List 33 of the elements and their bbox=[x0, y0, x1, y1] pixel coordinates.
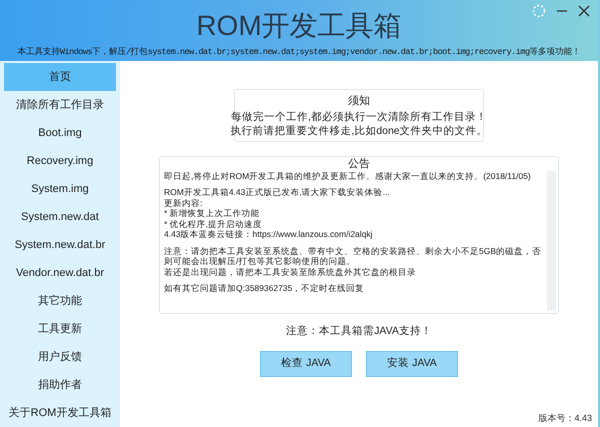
java-note: 注意：本工具箱需JAVA支持！ bbox=[286, 324, 432, 338]
announcement-text: 注意：请勿把本工具安装至系统盘、带有中文、空格的安装路径、剩余大小不足5GB的磁盘，否则可能会出现解压/打包等其它影响使用的问题。 bbox=[164, 246, 542, 266]
notice-title: 须知 bbox=[348, 94, 370, 109]
sidebar-item[interactable]: 首页 bbox=[4, 63, 116, 91]
announcement-text: 更新内容: bbox=[164, 198, 204, 208]
announcement-text: ROM开发工具箱4.43正式版已发布,请大家下载安装体验... bbox=[164, 187, 391, 198]
sidebar-item[interactable]: Recovery.img bbox=[4, 147, 116, 175]
sidebar-item[interactable]: Boot.img bbox=[4, 119, 116, 147]
announcement-text: 即日起,将停止对ROM开发工具箱的维护及更新工作。感谢大家一直以来的支持。(2018/11/05) bbox=[164, 170, 532, 181]
announcement-text: 若还是出现问题，请把本工具安装至除系统盘外其它盘的根目录 bbox=[164, 266, 417, 277]
sidebar-item[interactable]: 其它功能 bbox=[4, 287, 116, 315]
notice-text: 执行前请把重要文件移走,比如done文件夹中的文件。 bbox=[230, 124, 488, 138]
announcement-title: 公告 bbox=[347, 156, 371, 170]
sidebar-item[interactable]: 关于ROM开发工具箱 bbox=[4, 399, 116, 427]
java-button[interactable]: 检查 JAVA bbox=[260, 351, 352, 378]
window-title: ROM开发工具箱 bbox=[196, 10, 402, 42]
notice-text: 每做完一个工作,都必须执行一次清除所有工作目录！ bbox=[231, 110, 487, 124]
sidebar-item[interactable]: 清除所有工作目录 bbox=[4, 91, 116, 119]
announcement-text: * 新增恢复上次工作功能 bbox=[164, 208, 261, 218]
announcement-text: 如有其它问题请加Q:3589362735，不定时在线回复 bbox=[164, 283, 366, 294]
subtitle: 本工具支持Windows下，解压/打包system.new.dat.br;system.new.dat;system.img;vendor.new.dat.br;boot.img;recovery.img等多项功能！ bbox=[17, 46, 581, 58]
sidebar-item[interactable]: 工具更新 bbox=[4, 315, 116, 343]
close-icon[interactable] bbox=[578, 5, 590, 17]
sidebar-item[interactable]: 用户反馈 bbox=[4, 343, 116, 371]
announcement-text: 4.43版本蓝奏云链接：https://www.lanzous.com/i2alqkj bbox=[164, 229, 374, 240]
sidebar-item[interactable]: System.new.dat bbox=[4, 203, 116, 231]
version-label: 版本号：4.43 bbox=[538, 412, 592, 424]
sidebar-item[interactable]: System.img bbox=[4, 175, 116, 203]
sidebar-item[interactable]: Vendor.new.dat.br bbox=[4, 259, 116, 287]
sidebar-item[interactable]: 捐助作者 bbox=[4, 371, 116, 399]
announcement-text: * 优化程序,提升启动速度 bbox=[164, 218, 264, 229]
sidebar-item[interactable]: System.new.dat.br bbox=[4, 231, 116, 259]
java-button[interactable]: 安装 JAVA bbox=[366, 351, 458, 378]
